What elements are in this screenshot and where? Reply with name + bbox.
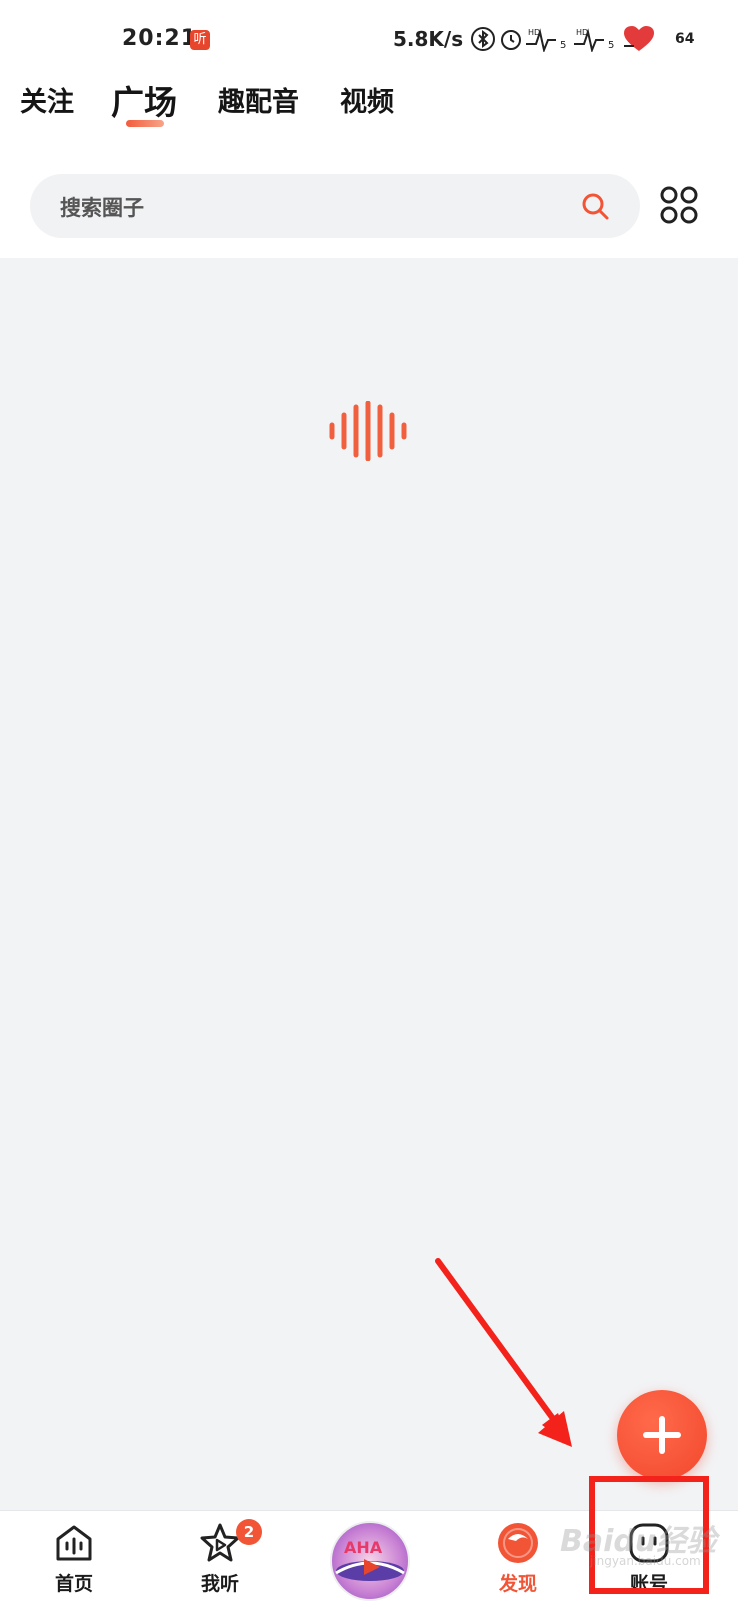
- discover-icon: [498, 1523, 538, 1563]
- status-bar: 20:21 听 5.8K/s HD 5 HD 5 64: [0, 0, 738, 70]
- status-app-badge: 听: [190, 30, 210, 50]
- svg-text:5: 5: [560, 40, 566, 51]
- annotation-arrow: [435, 1258, 572, 1447]
- active-tab-indicator: [126, 120, 164, 127]
- search-icon[interactable]: [580, 191, 610, 221]
- svg-text:5: 5: [608, 40, 614, 51]
- status-time: 20:21: [122, 26, 198, 51]
- center-planet-icon[interactable]: AHA: [330, 1521, 410, 1601]
- signal-hd-icon: HD5: [574, 28, 614, 52]
- nav-label: 发现: [498, 1573, 537, 1595]
- search-area: 搜索圈子: [0, 154, 738, 258]
- tab-dubbing[interactable]: 趣配音: [218, 80, 299, 119]
- loading-waveform-icon: [329, 401, 407, 461]
- planet-logo-icon: AHA: [335, 1538, 405, 1581]
- nav-listen[interactable]: 2 我听: [160, 1511, 280, 1601]
- status-net-speed: 5.8K/s: [393, 27, 464, 51]
- plus-icon: [643, 1416, 681, 1454]
- status-icons: HD 5 HD 5: [470, 24, 656, 54]
- grid-menu-icon[interactable]: [660, 186, 698, 224]
- nav-label: 首页: [54, 1573, 93, 1595]
- nav-label: 我听: [200, 1573, 239, 1595]
- create-post-button[interactable]: [617, 1390, 707, 1480]
- bluetooth-icon: [471, 27, 495, 51]
- top-tabs: 关注 广场 趣配音 视频: [0, 70, 738, 155]
- play-star-icon: [200, 1523, 240, 1562]
- nav-home[interactable]: 首页: [14, 1511, 134, 1601]
- tab-square[interactable]: 广场: [111, 76, 177, 124]
- search-input[interactable]: 搜索圈子: [30, 174, 640, 238]
- feed-content: [0, 258, 738, 1510]
- signal-hd-icon: HD5: [526, 28, 566, 52]
- svg-text:AHA: AHA: [344, 1538, 383, 1557]
- alarm-icon: [501, 30, 521, 50]
- tab-video[interactable]: 视频: [340, 80, 394, 119]
- heart-icon: [624, 26, 654, 51]
- watermark-url: jingyan.baidu.com: [590, 1554, 701, 1568]
- search-placeholder: 搜索圈子: [60, 196, 144, 220]
- status-battery: 64: [675, 31, 695, 47]
- notification-badge: 2: [236, 1519, 262, 1545]
- tab-follow[interactable]: 关注: [20, 80, 74, 119]
- home-icon: [56, 1525, 92, 1561]
